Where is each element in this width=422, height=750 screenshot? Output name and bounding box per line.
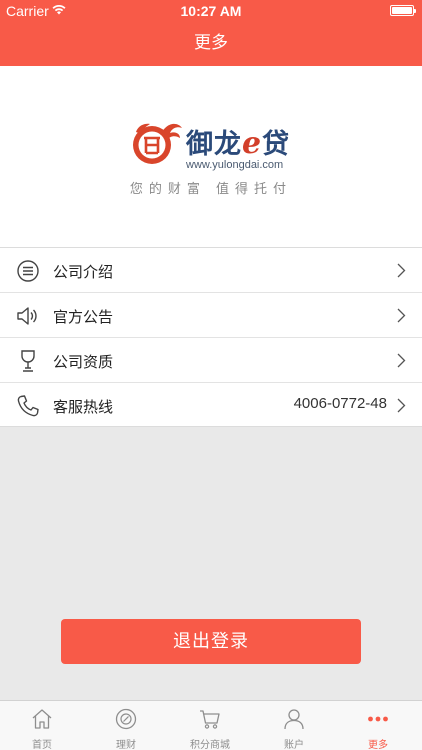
- chevron-right-icon: [397, 398, 406, 413]
- chevron-right-icon: [397, 308, 406, 323]
- finance-icon: [115, 708, 137, 730]
- dragon-logo-icon: [133, 123, 182, 164]
- menu-item-label: 公司资质: [53, 353, 114, 371]
- brand-slogan: 您的财富 值得托付: [129, 182, 293, 197]
- menu-list: 公司介绍 官方公告 公司资质 客服热线 4006-0772-48: [0, 248, 422, 427]
- brand-url: www.yulongdai.com: [186, 159, 284, 171]
- chevron-right-icon: [397, 263, 406, 278]
- tab-finance[interactable]: 理财: [84, 701, 168, 750]
- tab-account[interactable]: 账户: [252, 701, 336, 750]
- tab-label: 积分商城: [190, 740, 230, 750]
- battery-icon: [390, 5, 416, 16]
- more-dots-icon: [368, 716, 388, 722]
- shopping-cart-icon: [200, 710, 220, 729]
- hotline-number: 4006-0772-48: [293, 395, 387, 412]
- tab-more[interactable]: 更多: [336, 701, 420, 750]
- tab-label: 更多: [368, 740, 388, 750]
- menu-item-announcements[interactable]: 官方公告: [0, 293, 422, 338]
- nav-bar: 更多: [0, 22, 422, 66]
- home-icon: [32, 709, 52, 729]
- page-title: 更多: [194, 33, 228, 53]
- tab-points-mall[interactable]: 积分商城: [168, 701, 252, 750]
- brand-name: 御龙e贷: [186, 126, 291, 161]
- status-time: 10:27 AM: [180, 3, 242, 19]
- menu-item-company-intro[interactable]: 公司介绍: [0, 248, 422, 293]
- tab-home[interactable]: 首页: [0, 701, 84, 750]
- brand-wordmark: 御龙e贷 www.yulongdai.com: [186, 122, 290, 171]
- trophy-icon: [21, 350, 35, 372]
- tab-label: 账户: [284, 740, 304, 750]
- list-circle-icon: [17, 260, 39, 282]
- logout-button[interactable]: 退出登录: [61, 619, 361, 664]
- speaker-icon: [17, 307, 37, 325]
- status-bar: Carrier 10:27 AM: [0, 0, 422, 22]
- user-icon: [284, 709, 304, 730]
- tab-label: 理财: [116, 740, 136, 750]
- menu-item-qualifications[interactable]: 公司资质: [0, 338, 422, 383]
- chevron-right-icon: [397, 353, 406, 368]
- menu-item-label: 公司介绍: [53, 263, 114, 281]
- menu-item-label: 官方公告: [53, 308, 114, 326]
- tab-bar: 首页 理财 积分商城 账户 更多: [0, 700, 422, 750]
- menu-item-label: 客服热线: [53, 398, 114, 416]
- brand-banner: 御龙e贷 www.yulongdai.com 您的财富 值得托付: [0, 66, 422, 248]
- tab-label: 首页: [32, 740, 52, 750]
- menu-item-hotline[interactable]: 客服热线 4006-0772-48: [0, 383, 422, 427]
- phone-icon: [17, 395, 39, 417]
